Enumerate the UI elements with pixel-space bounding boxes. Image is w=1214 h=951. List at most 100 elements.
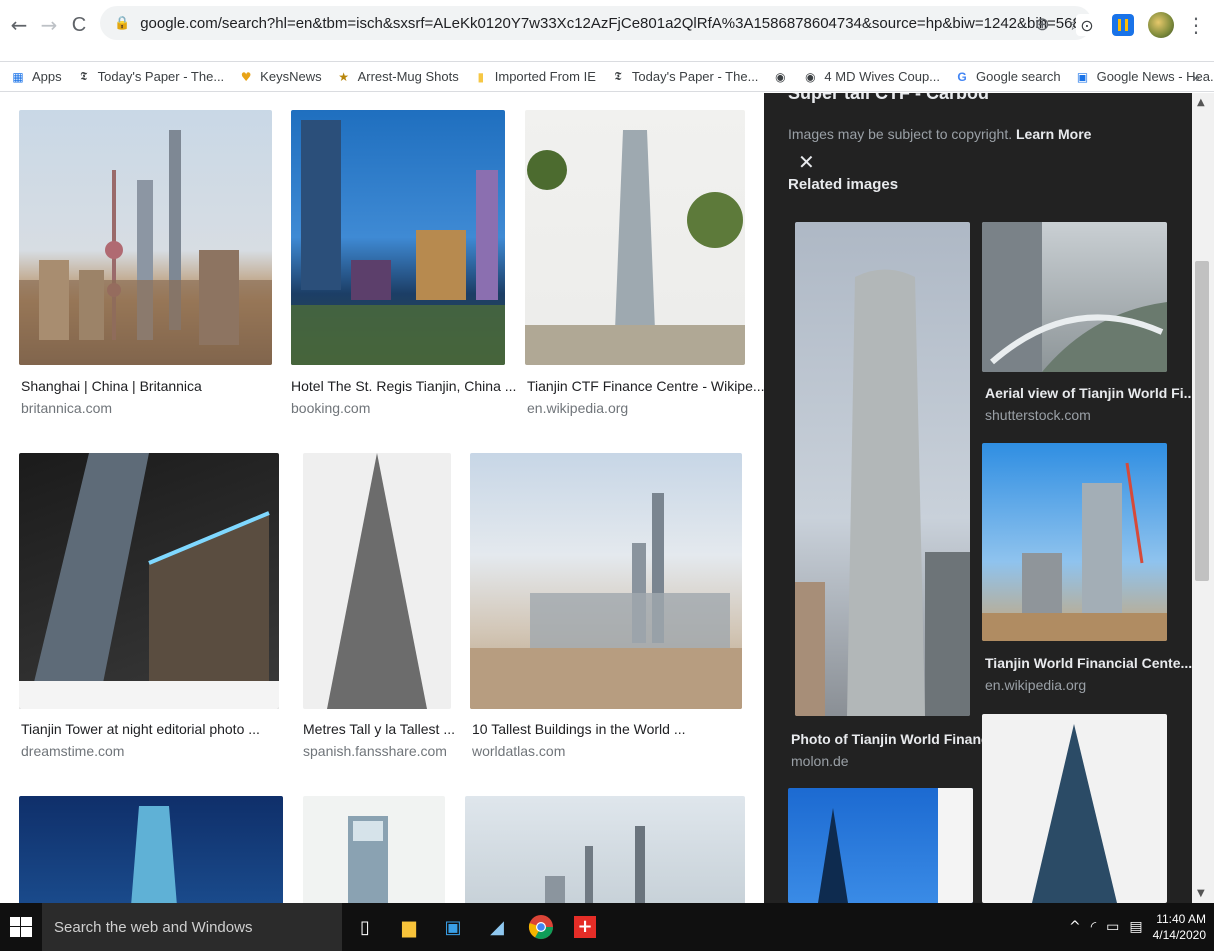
scroll-down-icon[interactable]: ▼ bbox=[1197, 888, 1205, 899]
result-thumbnail[interactable] bbox=[525, 110, 745, 365]
bookmark-label: Today's Paper - The... bbox=[97, 69, 225, 84]
zoom-icon[interactable]: ⊕ bbox=[1035, 14, 1050, 35]
menu-icon[interactable]: ⋮ bbox=[1186, 10, 1206, 40]
bookmark-label: 4 MD Wives Coup... bbox=[824, 69, 941, 84]
result-thumbnail[interactable] bbox=[19, 796, 283, 903]
image-result[interactable]: Hotel The St. Regis Tianjin, China ... b… bbox=[291, 110, 516, 416]
related-title[interactable]: Tianjin World Financial Cente... bbox=[985, 655, 1192, 671]
image-result[interactable]: 10 Tallest Buildings in the World ... wo… bbox=[470, 453, 742, 759]
image-result[interactable]: Metres Tall y la Tallest ... spanish.fan… bbox=[303, 453, 455, 759]
result-thumbnail[interactable] bbox=[291, 110, 505, 365]
forward-icon[interactable]: → bbox=[34, 10, 64, 40]
result-title[interactable]: Tianjin CTF Finance Centre - Wikipe... bbox=[527, 378, 765, 394]
related-thumbnail[interactable] bbox=[795, 222, 970, 716]
bookmark-md-wives[interactable]: ◉ 4 MD Wives Coup... bbox=[802, 69, 940, 85]
tower-model-image bbox=[348, 816, 388, 903]
bookmark-label: KeysNews bbox=[260, 69, 322, 84]
result-title[interactable]: Tianjin Tower at night editorial photo .… bbox=[21, 721, 260, 737]
back-icon[interactable]: ← bbox=[4, 10, 34, 40]
image-result[interactable]: Shanghai | China | Britannica britannica… bbox=[19, 110, 272, 416]
keysnews-icon: ♥ bbox=[240, 69, 252, 84]
profile-avatar[interactable] bbox=[1148, 12, 1174, 38]
url-text: google.com/search?hl=en&tbm=isch&sxsrf=A… bbox=[140, 14, 1092, 32]
task-view-icon[interactable]: ▯ bbox=[350, 912, 380, 942]
bookmark-label: Imported From IE bbox=[494, 69, 596, 84]
result-thumbnail[interactable] bbox=[303, 453, 451, 709]
extension-record-icon[interactable]: ⊙ bbox=[1076, 14, 1098, 36]
construction-site-image bbox=[982, 462, 1167, 641]
chrome-icon[interactable] bbox=[526, 912, 556, 942]
star-badge-icon: ★ bbox=[338, 69, 349, 84]
scroll-up-icon[interactable]: ▲ bbox=[1197, 97, 1205, 108]
bookmark-todays-paper-2[interactable]: 𝕿 Today's Paper - The... bbox=[610, 69, 758, 85]
folder-icon: ▮ bbox=[477, 69, 485, 84]
result-thumbnail[interactable] bbox=[303, 796, 445, 903]
scrollbar-thumb[interactable] bbox=[1195, 261, 1209, 581]
result-thumbnail[interactable] bbox=[465, 796, 745, 903]
result-title[interactable]: Metres Tall y la Tallest ... bbox=[303, 721, 455, 737]
result-source: booking.com bbox=[291, 400, 371, 416]
bookmark-arrest-mug-shots[interactable]: ★ Arrest-Mug Shots bbox=[336, 69, 459, 85]
result-thumbnail[interactable] bbox=[470, 453, 742, 709]
notifications-icon[interactable]: ▤ bbox=[1129, 919, 1142, 935]
bookmark-todays-paper-1[interactable]: 𝕿 Today's Paper - The... bbox=[76, 69, 225, 85]
windows-start-icon[interactable] bbox=[10, 917, 32, 937]
bookmarks-overflow-icon[interactable]: » bbox=[1192, 69, 1200, 85]
browser-toolbar: ← → C 🔒 google.com/search?hl=en&tbm=isch… bbox=[0, 0, 1214, 62]
extension-chart-icon[interactable] bbox=[1112, 14, 1134, 36]
tallest-spire-image bbox=[327, 453, 427, 709]
notes-app-icon[interactable]: ◢ bbox=[482, 912, 512, 942]
bookmark-keysnews[interactable]: ♥ KeysNews bbox=[238, 69, 322, 85]
reload-icon[interactable]: C bbox=[64, 10, 94, 40]
battery-icon[interactable]: ▭ bbox=[1106, 919, 1119, 935]
learn-more-link[interactable]: Learn More bbox=[1016, 126, 1091, 142]
taskbar-apps: ▯ ▆ ▣ ◢ + bbox=[350, 912, 600, 942]
related-thumbnail[interactable] bbox=[982, 714, 1167, 903]
related-source: shutterstock.com bbox=[985, 407, 1091, 423]
address-bar[interactable]: 🔒 google.com/search?hl=en&tbm=isch&sxsrf… bbox=[100, 6, 1092, 40]
aerial-view-image bbox=[982, 222, 1167, 372]
blue-tower-related-image bbox=[818, 788, 973, 903]
related-thumbnail[interactable] bbox=[982, 222, 1167, 372]
result-thumbnail[interactable] bbox=[19, 110, 272, 365]
tray-expand-icon[interactable]: ^ bbox=[1069, 919, 1081, 935]
copyright-notice: Images may be subject to copyright. Lear… bbox=[788, 126, 1091, 142]
bookmark-apps[interactable]: ▦ Apps bbox=[10, 69, 61, 85]
glass-tower-related-image bbox=[1032, 724, 1117, 903]
shanghai-skyline-image bbox=[19, 130, 272, 365]
copyright-text: Images may be subject to copyright. bbox=[788, 126, 1013, 142]
related-images-heading: Related images bbox=[788, 176, 899, 193]
wifi-icon[interactable]: ◜ bbox=[1091, 919, 1096, 935]
related-title[interactable]: Photo of Tianjin World Financ... bbox=[791, 731, 1000, 747]
related-thumbnail[interactable] bbox=[788, 788, 973, 903]
tianjin-world-financial-tall-image bbox=[795, 269, 970, 716]
taskbar-search-input[interactable]: Search the web and Windows bbox=[42, 903, 342, 951]
image-result[interactable]: Tianjin CTF Finance Centre - Wikipe... e… bbox=[525, 110, 765, 416]
bookmark-imported-from-ie[interactable]: ▮ Imported From IE bbox=[473, 69, 596, 85]
image-result[interactable]: Tianjin Tower at night editorial photo .… bbox=[19, 453, 279, 759]
related-thumbnail[interactable] bbox=[982, 443, 1167, 641]
clock[interactable]: 11:40 AM 4/14/2020 bbox=[1153, 911, 1206, 943]
red-app-icon[interactable]: + bbox=[570, 912, 600, 942]
bookmark-globe[interactable]: ◉ bbox=[772, 69, 788, 85]
store-icon[interactable]: ▣ bbox=[438, 912, 468, 942]
blue-tower-image bbox=[131, 806, 177, 903]
clock-time: 11:40 AM bbox=[1156, 912, 1206, 926]
result-thumbnail[interactable] bbox=[19, 453, 279, 709]
page-scrollbar[interactable]: ▲ ▼ bbox=[1192, 93, 1214, 903]
close-icon[interactable]: ✕ bbox=[798, 150, 815, 174]
bookmark-google-search[interactable]: G Google search bbox=[954, 69, 1060, 85]
related-title[interactable]: Aerial view of Tianjin World Fi... bbox=[985, 385, 1195, 401]
apps-grid-icon: ▦ bbox=[12, 69, 24, 84]
tallest-buildings-image bbox=[470, 493, 742, 709]
page-content: Shanghai | China | Britannica britannica… bbox=[0, 93, 1214, 903]
bookmarks-bar: ▦ Apps 𝕿 Today's Paper - The... ♥ KeysNews … bbox=[0, 62, 1214, 92]
result-title[interactable]: Shanghai | China | Britannica bbox=[21, 378, 202, 394]
google-icon: G bbox=[957, 69, 967, 84]
result-title[interactable]: 10 Tallest Buildings in the World ... bbox=[472, 721, 686, 737]
google-news-icon: ▣ bbox=[1076, 69, 1089, 84]
image-preview-panel: Super tall CTF - Carbod Images may be su… bbox=[764, 93, 1195, 903]
tianjin-st-regis-image bbox=[291, 120, 505, 365]
file-explorer-icon[interactable]: ▆ bbox=[394, 912, 424, 942]
result-title[interactable]: Hotel The St. Regis Tianjin, China ... bbox=[291, 378, 516, 394]
